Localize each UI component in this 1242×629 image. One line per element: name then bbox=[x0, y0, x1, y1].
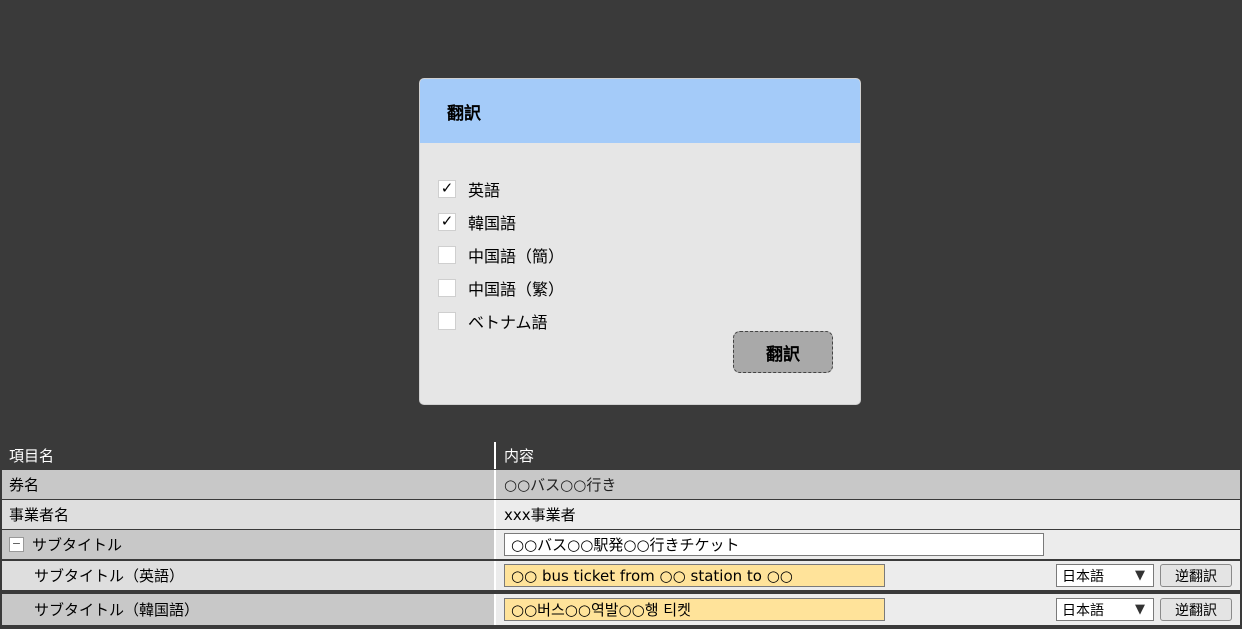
language-options: ✓ 英語 ✓ 韓国語 中国語（簡） 中国語（繁） ベトナム語 bbox=[438, 172, 564, 337]
english-checkbox[interactable]: ✓ bbox=[438, 179, 456, 198]
table-row: サブタイトル（英語） ○○ bus ticket from ○○ station… bbox=[2, 561, 1240, 590]
row-value: ○○バス○○行き bbox=[494, 470, 1240, 499]
option-english[interactable]: ✓ 英語 bbox=[438, 172, 564, 205]
table-row: 券名 ○○バス○○行き bbox=[2, 470, 1240, 499]
subtitle-english-input[interactable]: ○○ bus ticket from ○○ station to ○○ bbox=[504, 564, 885, 587]
table-row: − サブタイトル ○○バス○○駅発○○行きチケット bbox=[2, 530, 1240, 559]
option-chinese-simplified[interactable]: 中国語（簡） bbox=[438, 238, 564, 271]
table-row: 事業者名 xxx事業者 bbox=[2, 500, 1240, 529]
language-select[interactable]: 日本語 ▼ bbox=[1056, 564, 1154, 587]
row-label: サブタイトル（韓国語） bbox=[34, 601, 200, 619]
chinese-simplified-checkbox[interactable] bbox=[438, 245, 456, 264]
row-label: 券名 bbox=[9, 476, 40, 494]
translate-button[interactable]: 翻訳 bbox=[733, 331, 833, 373]
row-label-group: − サブタイトル bbox=[2, 530, 494, 559]
option-label: 英語 bbox=[468, 180, 501, 200]
subtitle-korean-input[interactable]: ○○버스○○역발○○행 티켓 bbox=[504, 598, 885, 621]
row-label: 事業者名 bbox=[9, 506, 70, 524]
dialog-title: 翻訳 bbox=[420, 79, 860, 143]
select-value: 日本語 bbox=[1062, 568, 1104, 585]
table-row: サブタイトル（韓国語） ○○버스○○역발○○행 티켓 日本語 ▼ 逆翻訳 bbox=[2, 594, 1240, 625]
chevron-down-icon: ▼ bbox=[1135, 568, 1145, 583]
table-header-row: 項目名 内容 bbox=[2, 442, 1240, 469]
korean-checkbox[interactable]: ✓ bbox=[438, 212, 456, 231]
vietnamese-checkbox[interactable] bbox=[438, 311, 456, 330]
row-value-cell: ○○バス○○駅発○○行きチケット bbox=[494, 530, 1240, 559]
option-label: 韓国語 bbox=[468, 213, 517, 233]
row-label: サブタイトル（英語） bbox=[34, 567, 185, 585]
select-value: 日本語 bbox=[1062, 602, 1104, 619]
chinese-traditional-checkbox[interactable] bbox=[438, 278, 456, 297]
chevron-down-icon: ▼ bbox=[1135, 602, 1145, 617]
option-label: ベトナム語 bbox=[468, 312, 548, 332]
row-value-cell: ○○ bus ticket from ○○ station to ○○ 日本語 … bbox=[494, 561, 1240, 590]
option-chinese-traditional[interactable]: 中国語（繁） bbox=[438, 271, 564, 304]
column-header-value: 内容 bbox=[494, 442, 1240, 469]
language-select[interactable]: 日本語 ▼ bbox=[1056, 598, 1154, 621]
collapse-toggle-icon[interactable]: − bbox=[9, 537, 24, 552]
column-header-name: 項目名 bbox=[9, 447, 55, 465]
subtitle-input[interactable]: ○○バス○○駅発○○行きチケット bbox=[504, 533, 1044, 556]
option-label: 中国語（簡） bbox=[468, 246, 565, 266]
row-label: サブタイトル bbox=[32, 536, 123, 554]
property-table: 項目名 内容 券名 ○○バス○○行き 事業者名 xxx事業者 − サブタイトル … bbox=[0, 440, 1242, 629]
row-value-cell: ○○버스○○역발○○행 티켓 日本語 ▼ 逆翻訳 bbox=[494, 594, 1240, 625]
translate-dialog: 翻訳 ✓ 英語 ✓ 韓国語 中国語（簡） 中国語（繁） ベトナム語 翻訳 bbox=[420, 79, 860, 404]
option-vietnamese[interactable]: ベトナム語 bbox=[438, 304, 564, 337]
reverse-translate-button[interactable]: 逆翻訳 bbox=[1160, 598, 1232, 621]
row-value: xxx事業者 bbox=[494, 500, 1240, 529]
option-label: 中国語（繁） bbox=[468, 279, 565, 299]
option-korean[interactable]: ✓ 韓国語 bbox=[438, 205, 564, 238]
reverse-translate-button[interactable]: 逆翻訳 bbox=[1160, 564, 1232, 587]
